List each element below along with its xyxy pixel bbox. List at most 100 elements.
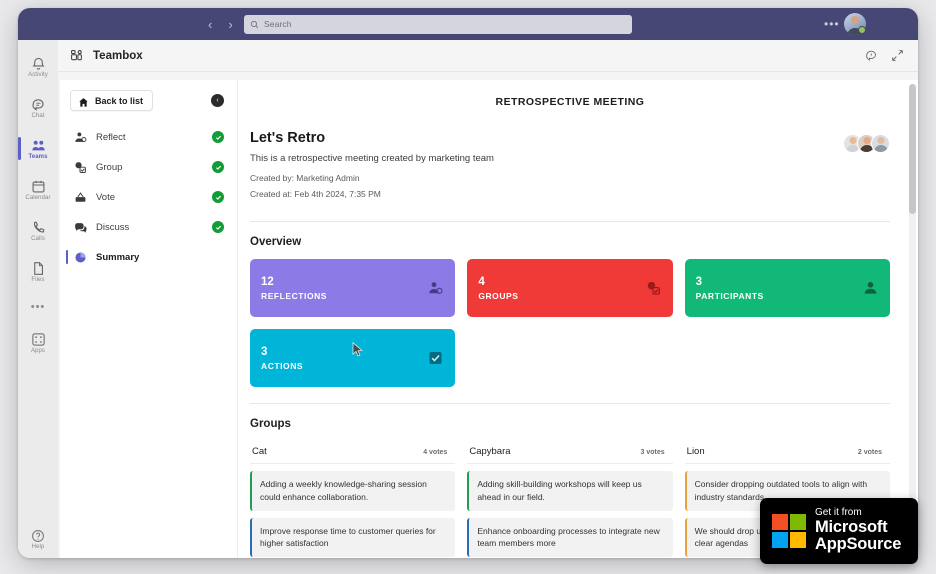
group-item[interactable]: Adding skill-building workshops will kee… bbox=[467, 471, 673, 511]
divider bbox=[250, 221, 890, 222]
step-item-group[interactable]: Group bbox=[60, 152, 237, 182]
groups-section-title: Groups bbox=[250, 418, 291, 430]
app-header-actions bbox=[865, 49, 904, 62]
sidebar-label-activity: Activity bbox=[28, 71, 48, 78]
sidebar-label-help: Help bbox=[31, 544, 45, 550]
retro-kicker: RETROSPECTIVE MEETING bbox=[495, 96, 645, 108]
discuss-chat-icon bbox=[74, 221, 87, 234]
sidebar-item-teams[interactable]: Teams bbox=[18, 128, 58, 169]
app-header: Teambox bbox=[58, 40, 918, 72]
sidebar-label-files: Files bbox=[31, 276, 45, 283]
sidebar-item-calls[interactable]: Calls bbox=[18, 210, 58, 251]
step-item-vote[interactable]: Vote bbox=[60, 182, 237, 212]
feedback-icon[interactable] bbox=[865, 49, 878, 62]
sidebar-item-calendar[interactable]: Calendar bbox=[18, 169, 58, 210]
overview-label-participants: PARTICIPANTS bbox=[695, 290, 764, 301]
participant-avatar-3[interactable] bbox=[871, 134, 890, 153]
group-column-cat: Cat 4 votes Adding a weekly knowledge-sh… bbox=[250, 441, 456, 558]
group-item[interactable]: Adding a weekly knowledge-sharing sessio… bbox=[250, 471, 456, 511]
overview-value-groups: 4 bbox=[478, 276, 485, 289]
group-stack-icon bbox=[646, 281, 661, 296]
bell-icon bbox=[31, 56, 46, 71]
nav-arrows: ‹ › bbox=[208, 18, 233, 31]
overview-card-groups[interactable]: 4 GROUPS bbox=[467, 259, 673, 317]
sidebar-item-files[interactable]: Files bbox=[18, 251, 58, 292]
calendar-icon bbox=[31, 179, 46, 194]
search-input[interactable]: Search bbox=[244, 14, 632, 34]
overview-card-reflections[interactable]: 12 REFLECTIONS bbox=[250, 259, 456, 317]
checkbox-icon bbox=[428, 351, 443, 366]
group-name: Cat bbox=[252, 446, 267, 457]
window-body: Activity Chat Teams Calendar Calls Files… bbox=[18, 40, 918, 558]
collapse-expand-icon[interactable] bbox=[891, 49, 904, 62]
back-row: Back to list ‹ bbox=[60, 90, 237, 111]
forward-arrow-button[interactable]: › bbox=[228, 18, 232, 31]
detail-panel: RETROSPECTIVE MEETING Let's Retro This i… bbox=[238, 80, 918, 558]
collapse-panel-button[interactable]: ‹ bbox=[211, 94, 224, 107]
divider bbox=[250, 403, 890, 404]
overview-label-actions: ACTIONS bbox=[261, 360, 304, 371]
step-label-group: Group bbox=[96, 161, 123, 173]
search-placeholder: Search bbox=[264, 19, 292, 29]
step-item-discuss[interactable]: Discuss bbox=[60, 212, 237, 242]
sidebar-more-button[interactable]: ••• bbox=[18, 292, 58, 322]
participant-avatars bbox=[843, 130, 890, 153]
titlebar-more-button[interactable]: ••• bbox=[824, 18, 840, 30]
group-column-capybara: Capybara 3 votes Adding skill-building w… bbox=[467, 441, 673, 558]
overview-grid: 12 REFLECTIONS 4 GROUPS 3 PARTICIPANTS 3… bbox=[250, 259, 890, 387]
appsource-text: Get it from Microsoft AppSource bbox=[815, 506, 901, 554]
scrollbar-thumb[interactable] bbox=[909, 84, 916, 214]
group-item[interactable]: Enhance onboarding processes to integrat… bbox=[467, 517, 673, 557]
appsource-line1: Get it from bbox=[815, 506, 862, 518]
group-header: Capybara 3 votes bbox=[467, 441, 673, 464]
retro-created-at: Created at: Feb 4th 2024, 7:35 PM bbox=[250, 189, 381, 199]
content-pane: Back to list ‹ Reflect Group Vote Discus… bbox=[58, 72, 918, 558]
app-title: Teambox bbox=[93, 49, 143, 62]
sidebar-item-activity[interactable]: Activity bbox=[18, 46, 58, 87]
microsoft-appsource-badge[interactable]: Get it from Microsoft AppSource bbox=[760, 498, 918, 564]
search-icon bbox=[250, 20, 259, 29]
group-name: Lion bbox=[686, 446, 705, 457]
overview-card-actions[interactable]: 3 ACTIONS bbox=[250, 329, 456, 387]
help-icon bbox=[31, 529, 45, 543]
sidebar-label-calls: Calls bbox=[31, 235, 45, 242]
apps-icon bbox=[31, 332, 46, 347]
group-item[interactable]: Improve response time to customer querie… bbox=[250, 517, 456, 557]
retro-created-by: Created by: Marketing Admin bbox=[250, 173, 360, 183]
home-icon bbox=[78, 95, 89, 107]
sidebar-label-teams: Teams bbox=[28, 153, 48, 160]
group-votes: 3 votes bbox=[640, 449, 665, 456]
group-votes: 2 votes bbox=[857, 449, 882, 456]
back-arrow-button[interactable]: ‹ bbox=[208, 18, 212, 31]
overview-label-groups: GROUPS bbox=[478, 290, 519, 301]
step-label-reflect: Reflect bbox=[96, 131, 126, 143]
phone-icon bbox=[31, 220, 46, 235]
detail-scrollbar[interactable] bbox=[909, 84, 916, 554]
group-name: Capybara bbox=[469, 446, 511, 457]
steps-panel: Back to list ‹ Reflect Group Vote Discus… bbox=[60, 80, 238, 558]
back-to-list-label: Back to list bbox=[95, 95, 144, 106]
teams-app-window: ‹ › Search ••• Activity Chat Teams Calen… bbox=[18, 8, 918, 558]
teams-icon bbox=[31, 138, 46, 153]
appsource-line2: Microsoft bbox=[815, 517, 888, 536]
overview-card-participants[interactable]: 3 PARTICIPANTS bbox=[684, 259, 890, 317]
step-label-vote: Vote bbox=[96, 191, 116, 203]
step-item-reflect[interactable]: Reflect bbox=[60, 122, 237, 152]
back-to-list-button[interactable]: Back to list bbox=[70, 90, 154, 111]
overview-value-reflections: 12 bbox=[261, 276, 274, 289]
chat-icon bbox=[31, 97, 46, 112]
sidebar-item-chat[interactable]: Chat bbox=[18, 87, 58, 128]
step-label-summary: Summary bbox=[96, 251, 140, 263]
sidebar-label-chat: Chat bbox=[31, 112, 45, 119]
step-check-icon bbox=[212, 131, 224, 143]
overview-value-participants: 3 bbox=[695, 276, 703, 289]
teambox-grid-icon bbox=[70, 49, 84, 63]
sidebar-label-calendar: Calendar bbox=[25, 194, 51, 201]
sidebar-item-help[interactable]: Help bbox=[31, 529, 45, 550]
sidebar-label-apps: Apps bbox=[30, 347, 46, 354]
reflect-person-icon bbox=[74, 131, 87, 144]
step-check-icon bbox=[212, 221, 224, 233]
retro-meta: Let's Retro This is a retrospective meet… bbox=[250, 130, 843, 205]
sidebar-item-apps[interactable]: Apps bbox=[18, 322, 58, 363]
step-item-summary[interactable]: Summary bbox=[60, 242, 237, 272]
